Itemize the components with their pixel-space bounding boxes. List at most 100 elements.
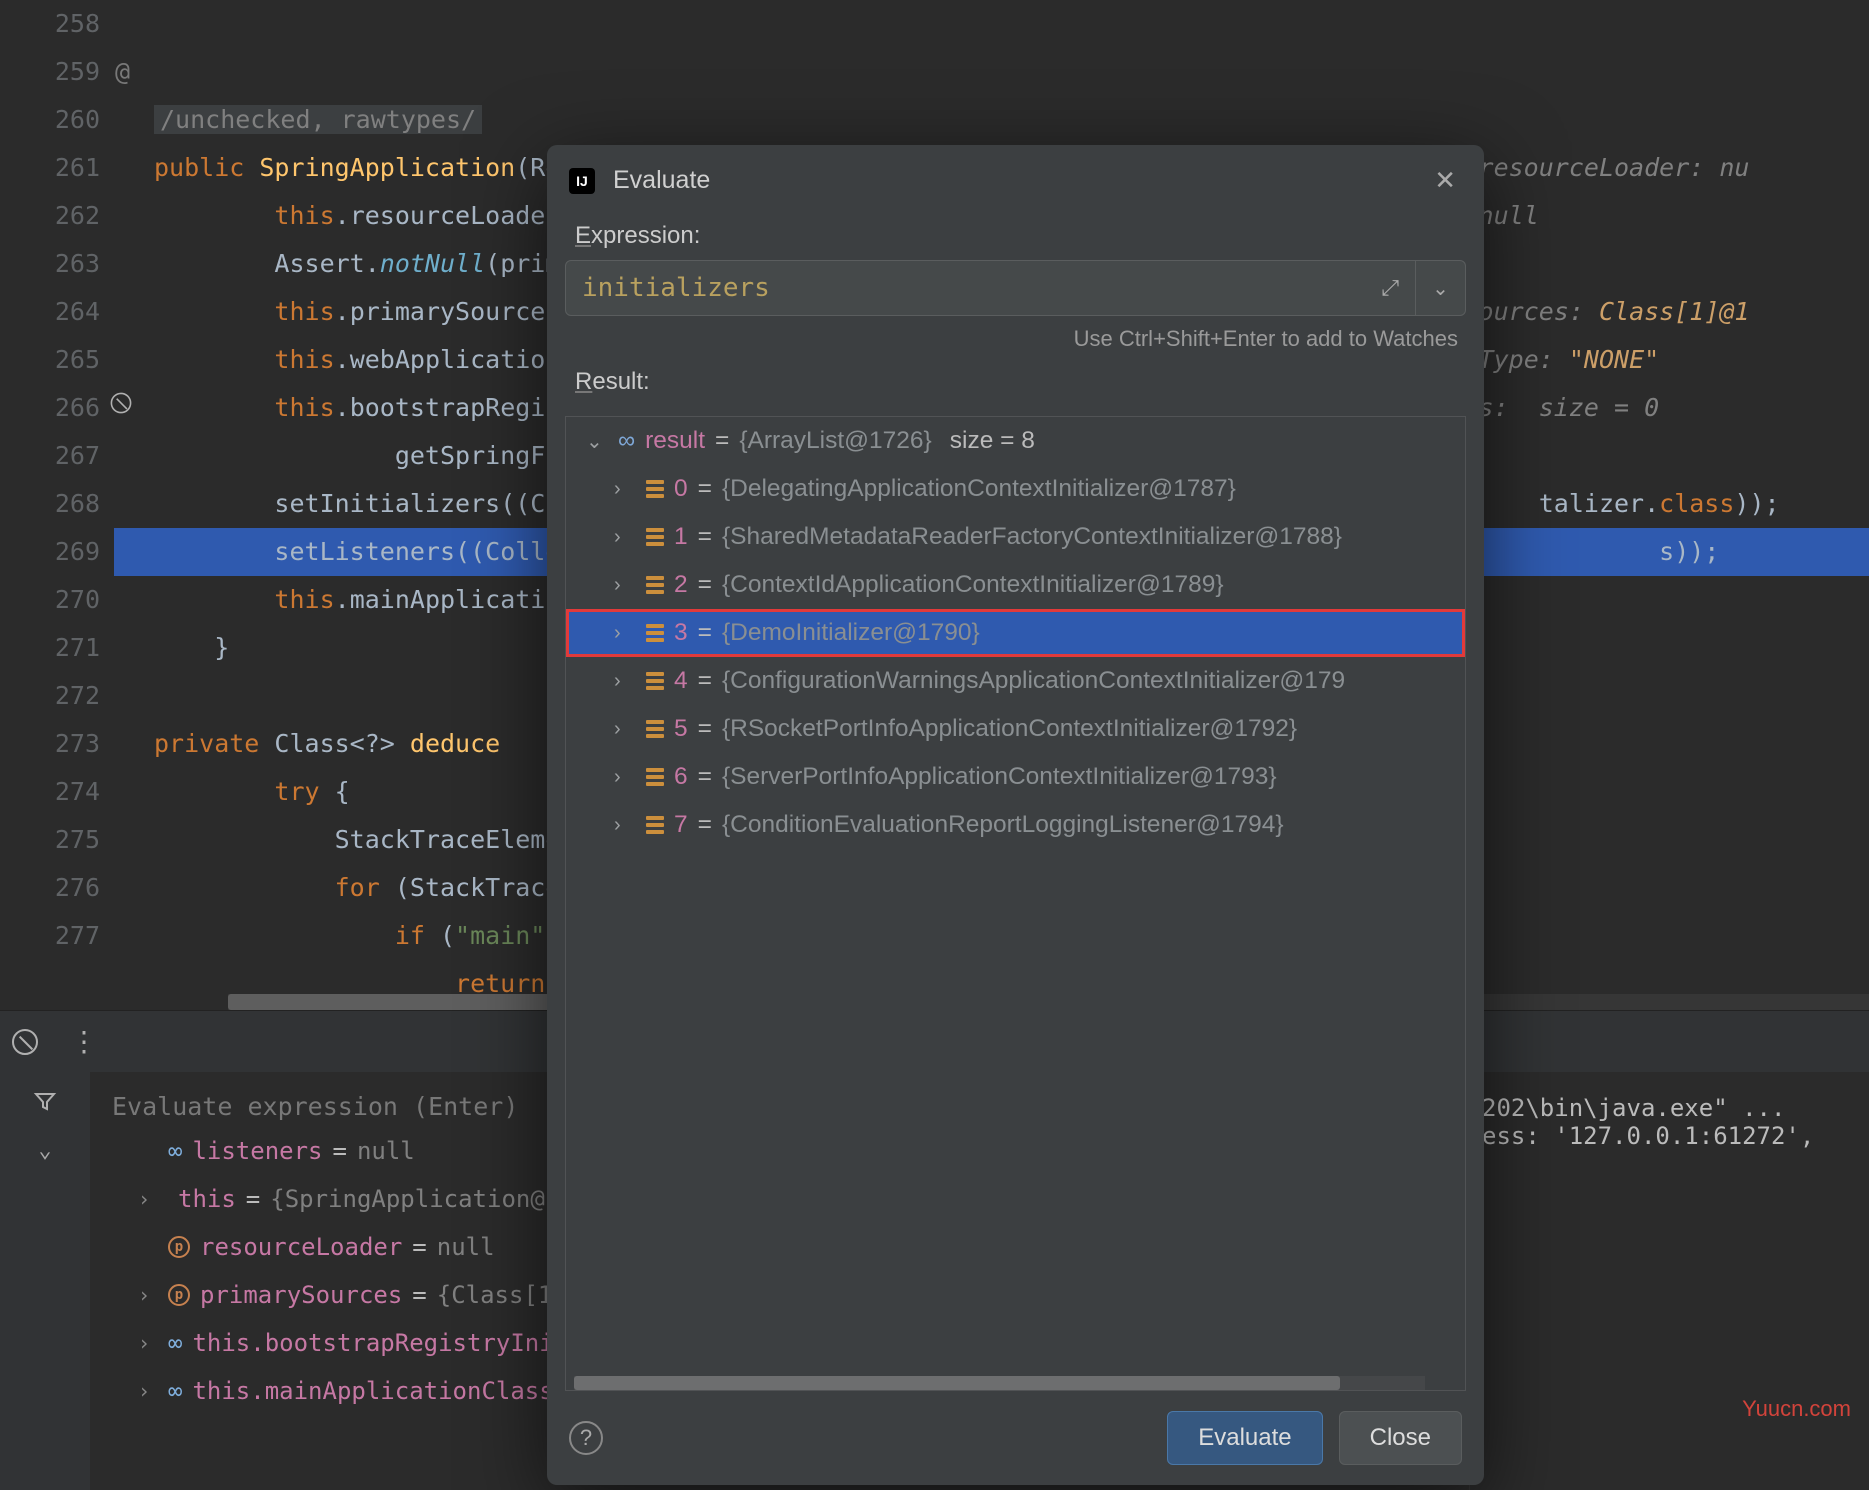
variable-name: this [178,1185,236,1213]
chevron-right-icon[interactable]: › [614,622,636,645]
console-output: 202\bin\java.exe" ... ess: '127.0.0.1:61… [1469,1072,1869,1490]
chevron-right-icon[interactable]: › [614,766,636,789]
mute-breakpoints-icon[interactable] [12,1029,38,1055]
chevron-down-icon[interactable]: ⌄ [586,429,608,454]
line-number: 260 [0,96,100,144]
evaluate-dialog: IJ Evaluate ✕ Expression: initializers ⤢… [547,145,1484,1485]
more-icon[interactable]: ⋮ [70,1028,98,1056]
chevron-right-icon[interactable]: › [138,1187,158,1211]
infinity-icon: ∞ [168,1139,182,1163]
list-icon [646,480,664,498]
console-line: 202\bin\java.exe" ... [1482,1094,1857,1122]
variable-name: primarySources [200,1281,402,1309]
item-value: {ConditionEvaluationReportLoggingListene… [722,811,1284,839]
parameter-icon: p [168,1284,190,1306]
chevron-down-icon[interactable]: ⌄ [38,1138,51,1163]
watermark: Yuucn.com [1742,1396,1851,1422]
line-number: 270 [0,576,100,624]
variable-name: listeners [192,1137,322,1165]
list-icon [646,720,664,738]
dialog-footer: ? Evaluate Close [547,1391,1484,1485]
line-number: 258 [0,0,100,48]
filter-icon[interactable] [32,1090,58,1114]
line-number: 262 [0,192,100,240]
list-icon [646,576,664,594]
line-number: 265 [0,336,100,384]
hint-text: Use Ctrl+Shift+Enter to add to Watches [547,316,1484,352]
chevron-right-icon[interactable]: › [614,814,636,837]
item-index: 1 [674,523,688,551]
chevron-right-icon[interactable]: › [614,526,636,549]
item-index: 4 [674,667,688,695]
result-item[interactable]: ›2 = {ContextIdApplicationContextInitial… [566,561,1465,609]
infinity-icon: ∞ [168,1331,182,1355]
line-number: 277 [0,912,100,960]
item-value: {RSocketPortInfoApplicationContextInitia… [722,715,1297,743]
line-number: 264 [0,288,100,336]
chevron-right-icon[interactable]: › [614,670,636,693]
dialog-titlebar: IJ Evaluate ✕ [547,145,1484,206]
result-tree[interactable]: ⌄ ∞ result = {ArrayList@1726} size = 8 ›… [565,416,1466,1391]
result-item[interactable]: ›7 = {ConditionEvaluationReportLoggingLi… [566,801,1465,849]
list-icon [646,624,664,642]
chevron-right-icon[interactable]: › [138,1283,158,1307]
expression-input[interactable]: initializers ⤢ [565,260,1416,316]
infinity-icon: ∞ [168,1379,182,1403]
parameter-icon: p [168,1236,190,1258]
item-index: 3 [674,619,688,647]
chevron-right-icon[interactable]: › [138,1331,158,1355]
result-root[interactable]: ⌄ ∞ result = {ArrayList@1726} size = 8 [566,417,1465,465]
item-index: 7 [674,811,688,839]
expand-icon[interactable]: ⤢ [1381,276,1399,301]
help-icon[interactable]: ? [569,1421,603,1455]
intellij-icon: IJ [569,168,595,194]
line-number: 268 [0,480,100,528]
console-line: ess: '127.0.0.1:61272', [1482,1122,1857,1150]
result-item[interactable]: ›1 = {SharedMetadataReaderFactoryContext… [566,513,1465,561]
result-item[interactable]: ›3 = {DemoInitializer@1790} [566,609,1465,657]
dialog-title: Evaluate [613,166,710,195]
line-number: 263 [0,240,100,288]
code-line[interactable]: /unchecked, rawtypes/ [114,96,1869,144]
item-value: {DemoInitializer@1790} [722,619,980,647]
list-icon [646,528,664,546]
item-value: {DelegatingApplicationContextInitializer… [722,475,1236,503]
item-index: 0 [674,475,688,503]
variable-value: {SpringApplication@1 [270,1185,559,1213]
result-item[interactable]: ›0 = {DelegatingApplicationContextInitia… [566,465,1465,513]
chevron-right-icon[interactable]: › [614,718,636,741]
expression-history-dropdown[interactable]: ⌄ [1416,260,1466,316]
evaluate-button[interactable]: Evaluate [1167,1411,1322,1465]
close-icon[interactable]: ✕ [1434,165,1456,196]
variable-value: null [437,1233,495,1261]
infinity-icon: ∞ [618,427,635,455]
line-number: 273 [0,720,100,768]
chevron-right-icon[interactable]: › [614,574,636,597]
result-item[interactable]: ›6 = {ServerPortInfoApplicationContextIn… [566,753,1465,801]
item-value: {ConfigurationWarningsApplicationContext… [722,667,1345,695]
chevron-right-icon[interactable]: › [138,1379,158,1403]
result-hscrollbar[interactable] [574,1376,1425,1390]
close-button[interactable]: Close [1339,1411,1462,1465]
line-number: 267 [0,432,100,480]
gutter: 258259@260261262263264265266267268269270… [0,0,114,1010]
result-item[interactable]: ›4 = {ConfigurationWarningsApplicationCo… [566,657,1465,705]
chevron-right-icon[interactable]: › [614,478,636,501]
item-index: 5 [674,715,688,743]
item-index: 2 [674,571,688,599]
list-icon [646,816,664,834]
variable-name: this.mainApplicationClass [192,1377,553,1405]
line-number: 261 [0,144,100,192]
result-item[interactable]: ›5 = {RSocketPortInfoApplicationContextI… [566,705,1465,753]
variable-value: null [357,1137,415,1165]
debug-sidebar: ⌄ [0,1072,90,1490]
line-number: 276 [0,864,100,912]
line-number: 269 [0,528,100,576]
line-number: 274 [0,768,100,816]
line-number: 271 [0,624,100,672]
list-icon [646,768,664,786]
item-value: {ServerPortInfoApplicationContextInitial… [722,763,1277,791]
line-number: 272 [0,672,100,720]
item-value: {ContextIdApplicationContextInitializer@… [722,571,1224,599]
line-number: 275 [0,816,100,864]
